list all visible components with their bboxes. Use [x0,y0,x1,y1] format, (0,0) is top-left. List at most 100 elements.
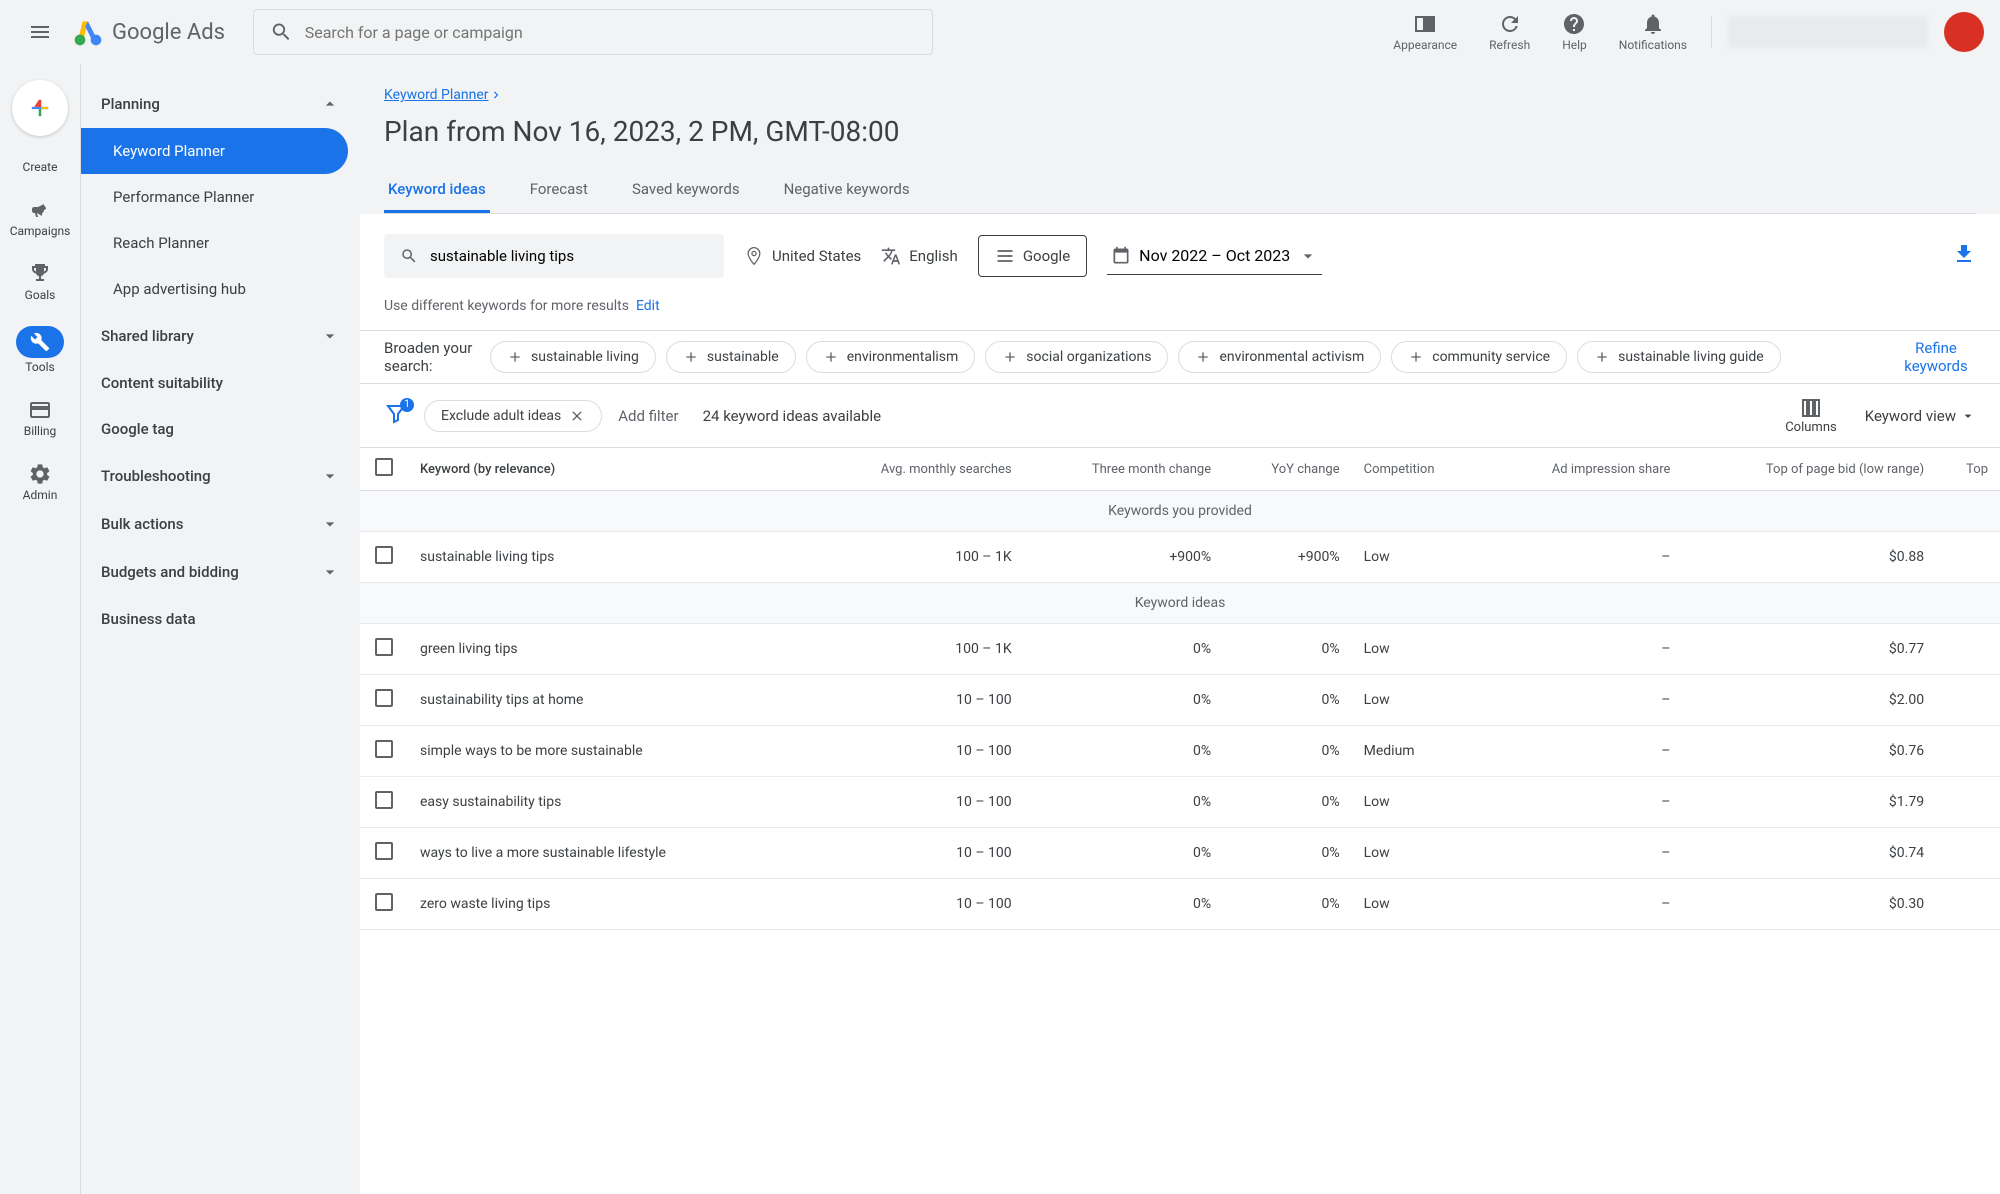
table-row: sustainability tips at home10 – 1000%0%L… [360,675,2000,726]
row-checkbox[interactable] [375,638,393,656]
row-checkbox[interactable] [375,546,393,564]
col-three-month[interactable]: Three month change [1024,448,1224,491]
row-checkbox[interactable] [375,842,393,860]
close-icon[interactable] [569,408,585,424]
rail-goals[interactable]: Goals [25,262,56,302]
cell-yoy: +900% [1223,532,1351,583]
search-input[interactable] [305,23,916,42]
table-row: simple ways to be more sustainable10 – 1… [360,726,2000,777]
edit-link[interactable]: Edit [636,298,660,314]
translate-icon [881,246,901,266]
cell-top-low: $0.74 [1682,828,1936,879]
sidebar-section-planning[interactable]: Planning [81,80,360,128]
rail-create-label: Create [23,160,58,174]
broaden-chip[interactable]: sustainable living [490,341,656,373]
cell-competition: Medium [1352,726,1484,777]
sidebar-item-app-advertising[interactable]: App advertising hub [81,266,348,312]
columns-button[interactable]: Columns [1785,396,1837,435]
user-avatar[interactable] [1944,12,1984,52]
account-info[interactable] [1728,16,1928,48]
exclude-adult-chip[interactable]: Exclude adult ideas [424,400,602,432]
sidebar-section-troubleshooting[interactable]: Troubleshooting [81,452,360,500]
sidebar-item-reach-planner[interactable]: Reach Planner [81,220,348,266]
notifications-button[interactable]: Notifications [1611,8,1695,56]
rail-billing[interactable]: Billing [24,398,57,438]
broaden-chip[interactable]: social organizations [985,341,1168,373]
col-searches[interactable]: Avg. monthly searches [808,448,1024,491]
broaden-chip[interactable]: environmentalism [806,341,976,373]
rail-tools[interactable]: Tools [16,326,64,374]
create-button[interactable] [12,80,68,136]
location-filter[interactable]: United States [744,246,861,266]
sidebar-section-google-tag[interactable]: Google tag [81,406,360,452]
download-button[interactable] [1952,242,1976,270]
keyword-input[interactable] [430,247,708,265]
chevron-down-icon [320,326,340,346]
cell-three-month: 0% [1024,675,1224,726]
help-button[interactable]: Help [1554,8,1595,56]
broaden-chip[interactable]: sustainable living guide [1577,341,1781,373]
sidebar-section-business-data[interactable]: Business data [81,596,360,642]
row-checkbox[interactable] [375,791,393,809]
cell-keyword: green living tips [408,624,808,675]
cell-three-month: +900% [1024,532,1224,583]
cell-three-month: 0% [1024,879,1224,930]
plus-icon [1195,349,1211,365]
filter-icon-button[interactable]: 1 [384,402,408,430]
tab-forecast[interactable]: Forecast [526,168,592,213]
col-top-low[interactable]: Top of page bid (low range) [1682,448,1936,491]
network-filter[interactable]: Google [978,235,1087,277]
sidebar-item-performance-planner[interactable]: Performance Planner [81,174,348,220]
language-filter[interactable]: English [881,246,958,266]
broaden-chip[interactable]: community service [1391,341,1567,373]
tab-negative-keywords[interactable]: Negative keywords [780,168,914,213]
row-checkbox[interactable] [375,740,393,758]
cell-competition: Low [1352,532,1484,583]
date-range-filter[interactable]: Nov 2022 – Oct 2023 [1107,238,1322,275]
rail-campaigns[interactable]: Campaigns [10,198,71,238]
keyword-view-dropdown[interactable]: Keyword view [1865,407,1976,425]
global-search[interactable] [253,9,933,55]
sidebar-section-bulk-actions[interactable]: Bulk actions [81,500,360,548]
col-competition[interactable]: Competition [1352,448,1484,491]
select-all-checkbox[interactable] [375,458,393,476]
sidebar-section-content-suitability[interactable]: Content suitability [81,360,360,406]
refine-keywords-button[interactable]: Refine keywords [1896,339,1976,375]
broaden-label: Broaden your search: [384,339,474,375]
cell-competition: Low [1352,675,1484,726]
row-checkbox[interactable] [375,689,393,707]
logo[interactable]: Google Ads [72,16,225,48]
refresh-button[interactable]: Refresh [1481,8,1538,56]
cell-yoy: 0% [1223,726,1351,777]
rail-admin[interactable]: Admin [23,462,58,502]
broaden-chip[interactable]: environmental activism [1178,341,1381,373]
col-yoy[interactable]: YoY change [1223,448,1351,491]
breadcrumb-keyword-planner[interactable]: Keyword Planner [384,87,503,103]
sidebar-section-budgets[interactable]: Budgets and bidding [81,548,360,596]
sidebar-section-shared-library[interactable]: Shared library [81,312,360,360]
broaden-chip[interactable]: sustainable [666,341,796,373]
sidebar-item-keyword-planner[interactable]: Keyword Planner [81,128,348,174]
col-ad-impression[interactable]: Ad impression share [1484,448,1683,491]
download-icon [1952,242,1976,266]
add-filter-button[interactable]: Add filter [618,407,678,425]
group-provided: Keywords you provided [360,491,2000,532]
col-keyword[interactable]: Keyword (by relevance) [408,448,808,491]
cell-ad-impr: – [1484,726,1683,777]
appearance-button[interactable]: Appearance [1385,8,1465,56]
tab-keyword-ideas[interactable]: Keyword ideas [384,168,490,213]
bell-icon [1641,12,1665,36]
cell-three-month: 0% [1024,828,1224,879]
tab-saved-keywords[interactable]: Saved keywords [628,168,744,213]
top-header: Google Ads Appearance Refresh Help Notif… [0,0,2000,64]
keyword-search-box[interactable] [384,234,724,278]
col-top-high[interactable]: Top [1936,448,2000,491]
cell-three-month: 0% [1024,624,1224,675]
megaphone-icon [28,198,52,222]
row-checkbox[interactable] [375,893,393,911]
plus-icon [507,349,523,365]
hamburger-menu[interactable] [16,8,64,56]
cell-keyword: zero waste living tips [408,879,808,930]
chevron-up-icon [320,94,340,114]
plus-icon [26,94,54,122]
